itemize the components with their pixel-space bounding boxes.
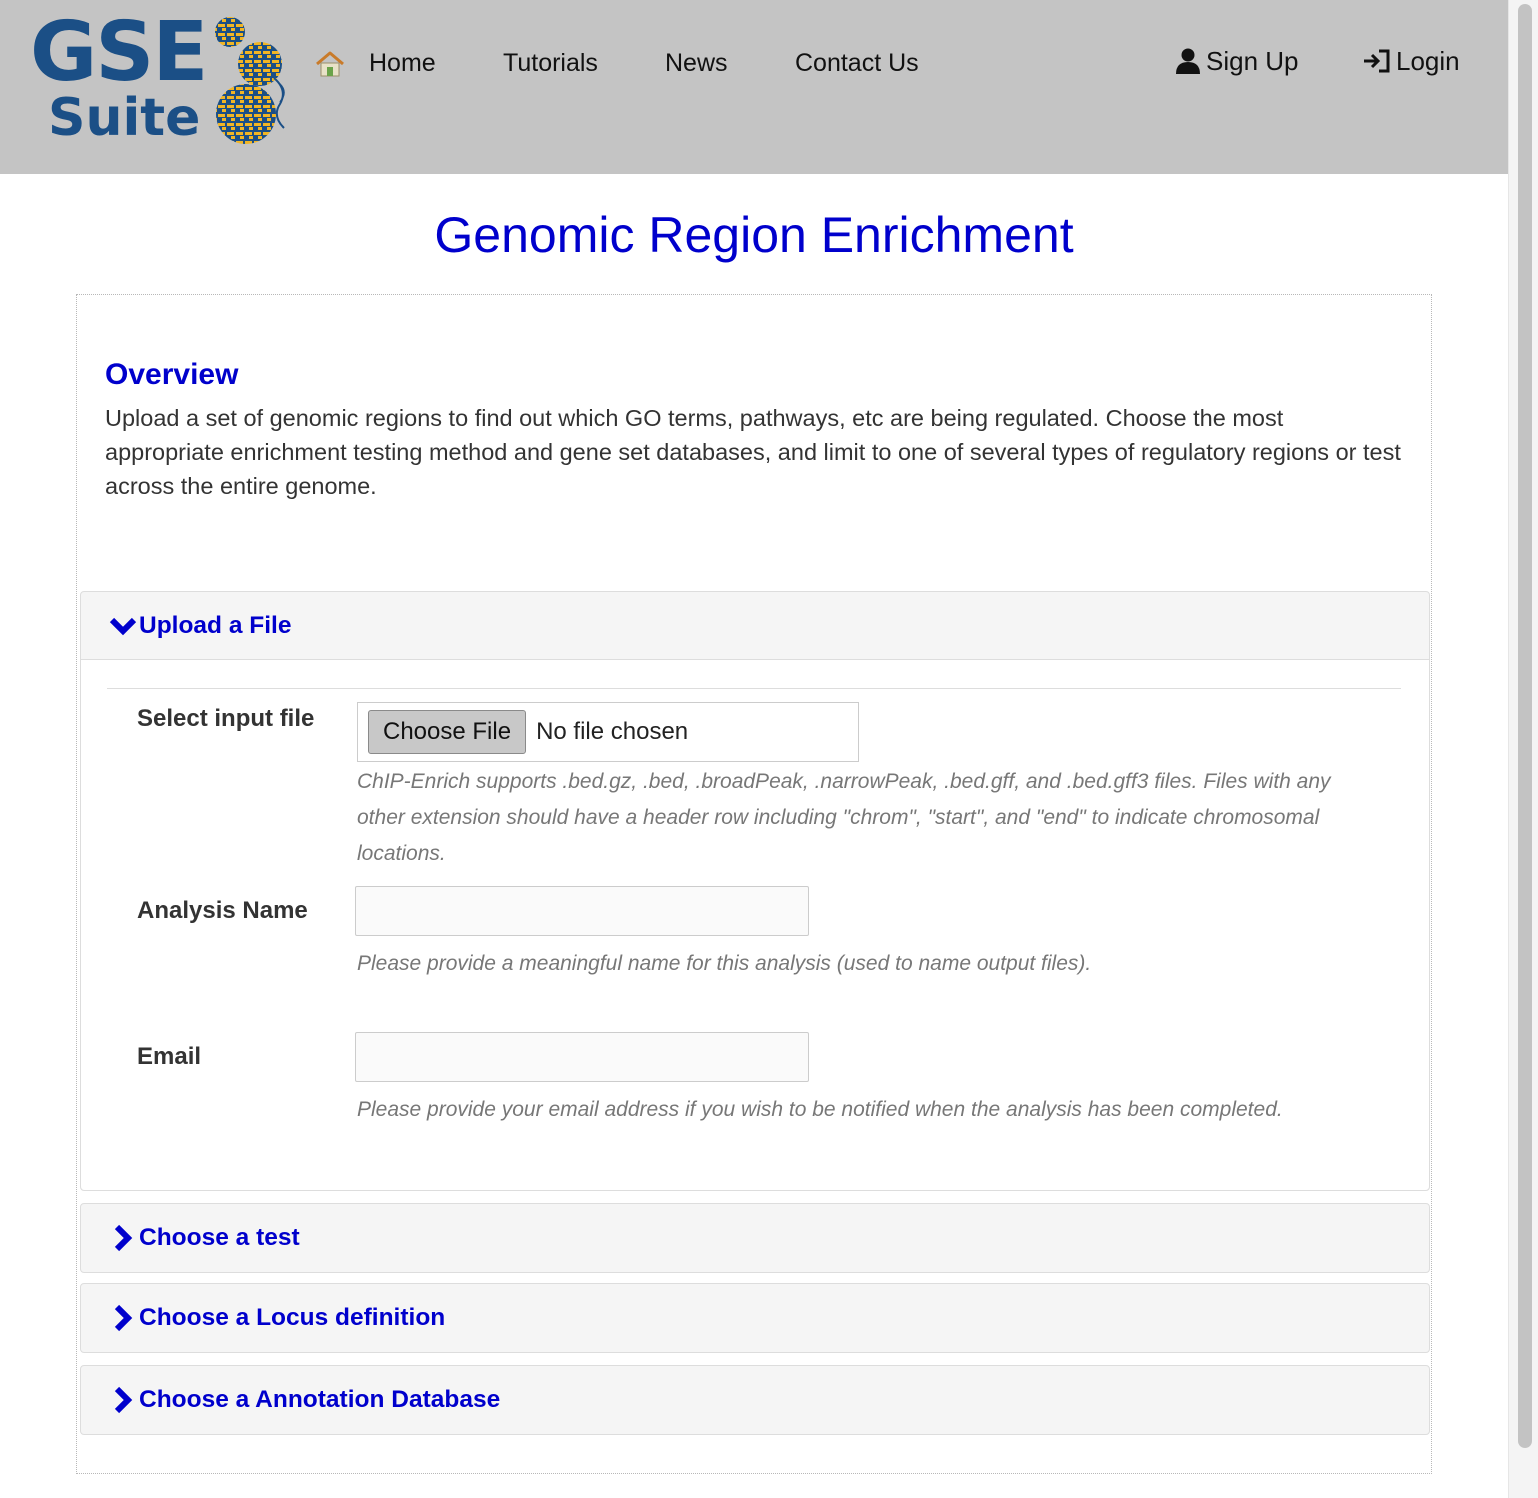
email-label: Email bbox=[137, 1043, 202, 1070]
choose-locus-definition-panel[interactable]: Choose a Locus definition bbox=[80, 1283, 1430, 1353]
file-help-text: ChIP-Enrich supports .bed.gz, .bed, .bro… bbox=[357, 770, 1331, 865]
scrollbar-thumb[interactable] bbox=[1518, 4, 1532, 1448]
divider bbox=[107, 688, 1401, 689]
gse-suite-logo[interactable]: GSE Suite bbox=[28, 5, 298, 150]
chevron-right-icon bbox=[114, 1304, 133, 1332]
nav-tutorials-link[interactable]: Tutorials bbox=[503, 48, 598, 78]
logo-suite-text: Suite bbox=[48, 88, 201, 148]
sign-up-label: Sign Up bbox=[1206, 46, 1299, 76]
analysis-name-label: Analysis Name bbox=[137, 897, 308, 924]
logo-gse-text: GSE bbox=[30, 5, 208, 100]
choose-test-panel[interactable]: Choose a test bbox=[80, 1203, 1430, 1273]
upload-file-panel-header[interactable]: Upload a File bbox=[81, 592, 1429, 660]
analysis-name-help-text: Please provide a meaningful name for thi… bbox=[357, 952, 1092, 975]
overview-text: Upload a set of genomic regions to find … bbox=[105, 405, 1401, 499]
navbar: GSE Suite Home Tutorials News Contact Us bbox=[0, 0, 1508, 174]
upload-file-panel-body: Select input file Choose File No file ch… bbox=[81, 660, 1429, 1190]
choose-locus-definition-panel-header[interactable]: Choose a Locus definition bbox=[81, 1284, 1429, 1352]
login-label: Login bbox=[1396, 46, 1460, 76]
nav-contact-us-link[interactable]: Contact Us bbox=[795, 48, 919, 78]
choose-annotation-database-panel-title: Choose a Annotation Database bbox=[139, 1386, 501, 1413]
page-scrollbar[interactable] bbox=[1508, 0, 1538, 1498]
choose-file-button[interactable]: Choose File bbox=[368, 710, 527, 754]
file-status-text: No file chosen bbox=[536, 718, 689, 745]
choose-test-panel-header[interactable]: Choose a test bbox=[81, 1204, 1429, 1272]
sign-up-link[interactable]: Sign Up bbox=[1174, 46, 1299, 76]
file-input[interactable]: Choose File No file chosen bbox=[357, 702, 859, 762]
nav-home-link[interactable]: Home bbox=[369, 48, 436, 78]
choose-annotation-database-panel[interactable]: Choose a Annotation Database bbox=[80, 1365, 1430, 1435]
login-icon bbox=[1364, 49, 1390, 73]
choose-locus-definition-panel-title: Choose a Locus definition bbox=[139, 1304, 446, 1331]
login-link[interactable]: Login bbox=[1362, 46, 1460, 76]
analysis-name-input[interactable] bbox=[355, 886, 809, 936]
dna-ball-icon bbox=[215, 17, 285, 144]
chevron-right-icon bbox=[114, 1386, 133, 1414]
page-title: Genomic Region Enrichment bbox=[434, 207, 1074, 263]
user-icon bbox=[1176, 48, 1200, 74]
select-input-file-label: Select input file bbox=[137, 705, 315, 732]
overview-heading: Overview bbox=[105, 358, 239, 391]
choose-test-panel-title: Choose a test bbox=[139, 1224, 300, 1251]
chevron-down-icon bbox=[109, 617, 137, 635]
home-icon[interactable] bbox=[314, 50, 346, 78]
email-input[interactable] bbox=[355, 1032, 809, 1082]
choose-annotation-database-panel-header[interactable]: Choose a Annotation Database bbox=[81, 1366, 1429, 1434]
upload-file-panel: Upload a File Select input file Choose F… bbox=[80, 591, 1430, 1191]
email-help-text: Please provide your email address if you… bbox=[357, 1098, 1283, 1121]
nav-news-link[interactable]: News bbox=[665, 48, 728, 78]
main-container: Overview Upload a set of genomic regions… bbox=[76, 294, 1432, 1474]
upload-file-panel-title: Upload a File bbox=[139, 611, 292, 639]
chevron-right-icon bbox=[114, 1224, 133, 1252]
